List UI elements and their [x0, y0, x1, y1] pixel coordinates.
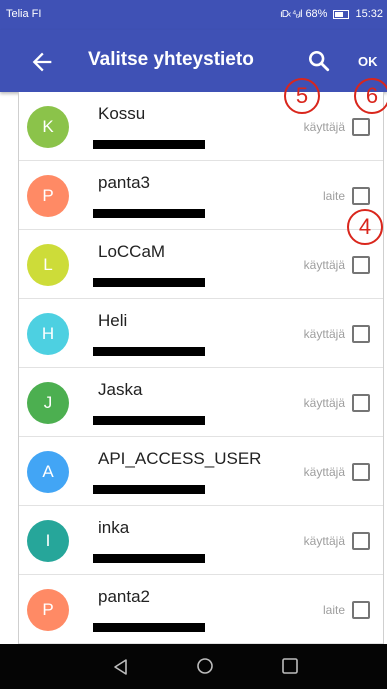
avatar: I: [27, 520, 69, 562]
battery-percent: 68%: [305, 8, 328, 20]
contact-row[interactable]: J Jaska käyttäjä: [19, 368, 383, 437]
contact-name: LoCCaM: [98, 242, 166, 261]
status-indicators: ıD‹ ⁴₆ıl 68% 15:32: [280, 8, 383, 20]
redacted-detail: [93, 485, 205, 494]
callout-5: 5: [284, 78, 320, 114]
select-checkbox[interactable]: [352, 256, 370, 274]
callout-6: 6: [354, 78, 387, 114]
avatar: K: [27, 106, 69, 148]
contact-row[interactable]: Ppanta2 laite: [19, 575, 383, 644]
callout-4: 4: [347, 209, 383, 245]
redacted-detail: [93, 347, 205, 356]
contact-name: Jaska: [98, 380, 143, 399]
back-button[interactable]: [28, 48, 56, 76]
search-icon: [308, 50, 330, 72]
contact-list: K Kossu käyttäjä Ppanta3 laite L LoCCaM käyttäj…: [18, 92, 384, 644]
contact-row[interactable]: A API_ACCESS_USER käyttäjä: [19, 437, 383, 506]
contact-row[interactable]: K Kossu käyttäjä: [19, 92, 383, 161]
redacted-detail: [93, 209, 205, 218]
avatar: L: [27, 244, 69, 286]
redacted-detail: [93, 416, 205, 425]
contact-type-label: käyttäjä: [303, 120, 345, 134]
contact-row[interactable]: H Heli käyttäjä: [19, 299, 383, 368]
contact-type-label: käyttäjä: [303, 327, 345, 341]
signal-icons: ıD‹ ⁴₆ıl: [279, 8, 302, 20]
contact-name: API_ACCESS_USER: [98, 449, 262, 468]
status-bar: Telia FI ıD‹ ⁴₆ıl 68% 15:32: [0, 0, 387, 30]
contact-row[interactable]: L LoCCaM käyttäjä: [19, 230, 383, 299]
nav-home-icon[interactable]: [195, 656, 215, 676]
carrier-label: Telia FI: [6, 8, 42, 20]
navigation-bar: [0, 644, 387, 689]
contact-row[interactable]: Ppanta3 laite: [19, 161, 383, 230]
contact-type-label: laite: [322, 603, 345, 617]
avatar: H: [27, 313, 69, 355]
page-title: Valitse yhteystieto: [88, 49, 254, 70]
select-checkbox[interactable]: [352, 394, 370, 412]
contact-type-label: käyttäjä: [303, 465, 345, 479]
contact-type-label: laite: [322, 189, 345, 203]
arrow-left-icon: [32, 52, 52, 72]
contact-type-label: käyttäjä: [303, 396, 345, 410]
search-button[interactable]: [305, 47, 333, 75]
select-checkbox[interactable]: [352, 325, 370, 343]
contact-name: Kossu: [98, 104, 146, 123]
app-bar: Valitse yhteystieto OK: [0, 30, 387, 92]
select-checkbox[interactable]: [352, 463, 370, 481]
select-checkbox[interactable]: [352, 118, 370, 136]
battery-icon: [333, 9, 350, 19]
redacted-detail: [93, 554, 205, 563]
contact-name: Heli: [98, 311, 128, 330]
contact-name: panta3: [98, 173, 150, 192]
select-checkbox[interactable]: [352, 187, 370, 205]
contact-name: inka: [98, 518, 130, 537]
nav-back-icon[interactable]: [111, 657, 131, 677]
avatar: P: [27, 175, 69, 217]
select-checkbox[interactable]: [352, 601, 370, 619]
contact-type-label: käyttäjä: [303, 258, 345, 272]
contact-name: panta2: [98, 587, 150, 606]
contact-row[interactable]: Iinka käyttäjä: [19, 506, 383, 575]
select-checkbox[interactable]: [352, 532, 370, 550]
clock: 15:32: [355, 8, 383, 20]
redacted-detail: [93, 278, 205, 287]
redacted-detail: [93, 623, 205, 632]
contact-type-label: käyttäjä: [303, 534, 345, 548]
avatar: A: [27, 451, 69, 493]
avatar: P: [27, 589, 69, 631]
redacted-detail: [93, 140, 205, 149]
nav-recents-icon[interactable]: [280, 656, 300, 676]
ok-button[interactable]: OK: [358, 54, 378, 69]
avatar: J: [27, 382, 69, 424]
